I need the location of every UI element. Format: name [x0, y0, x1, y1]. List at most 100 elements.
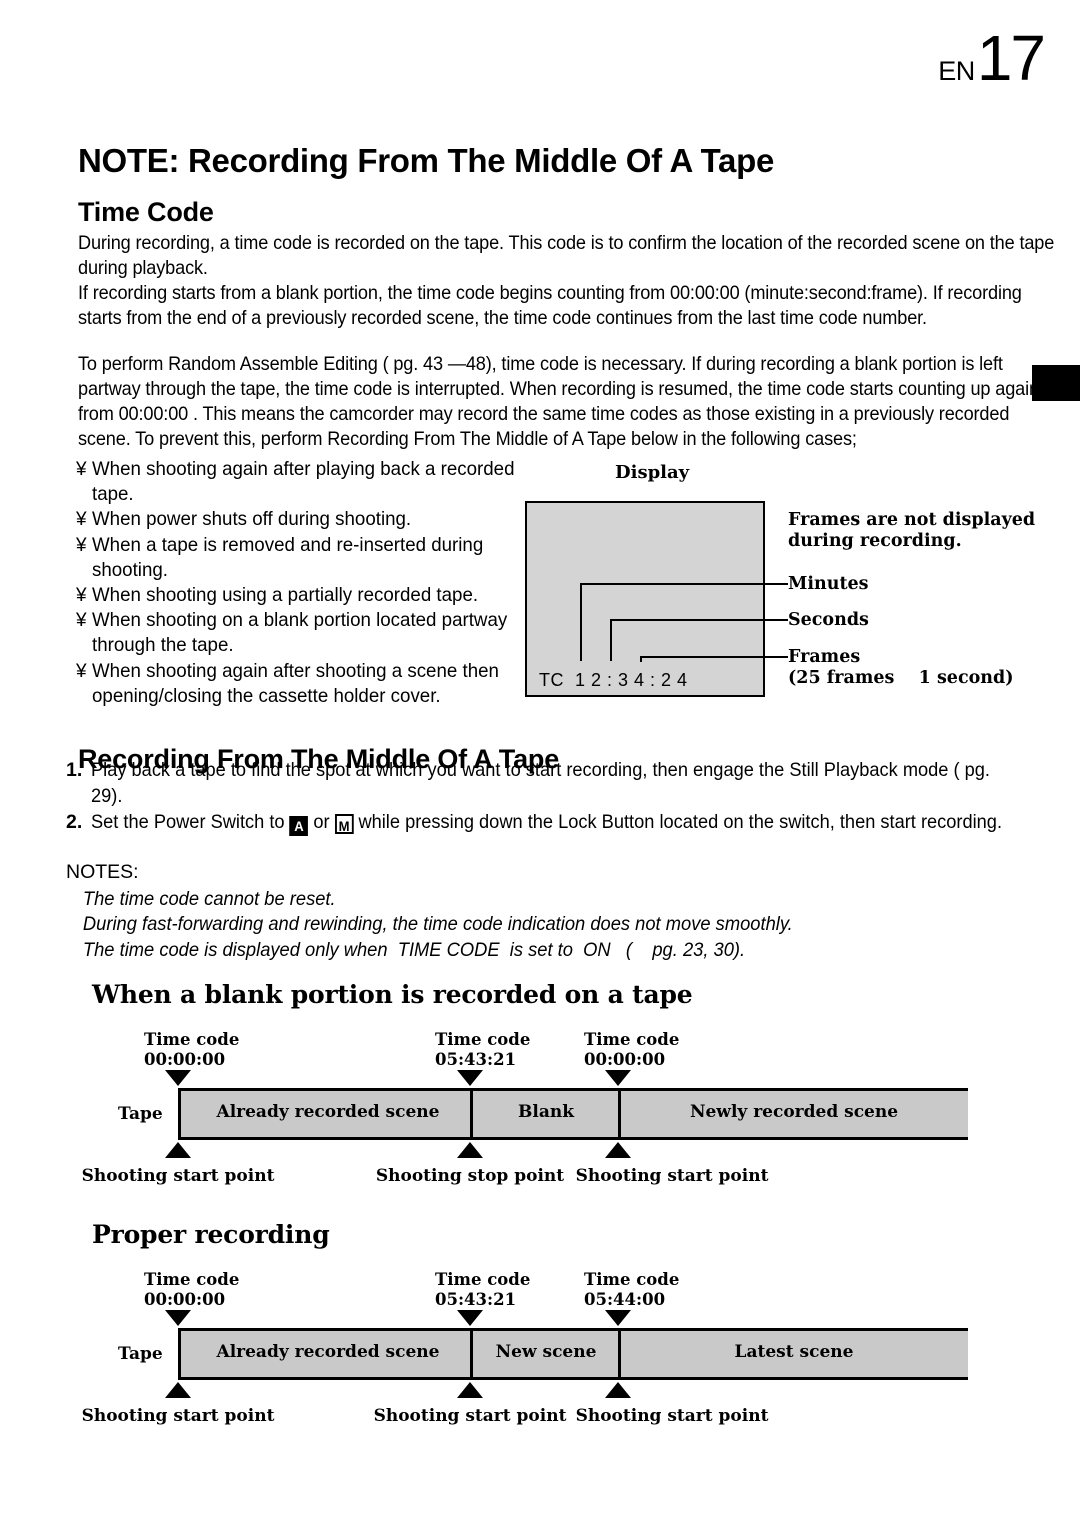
marker-triangle-down-icon — [457, 1070, 483, 1086]
paragraph-blank-portion-start: If recording starts from a blank portion… — [78, 281, 1022, 329]
tape-label: Tape — [118, 1344, 163, 1364]
display-label-frames-subtext: (25 frames 1 second) — [788, 668, 1014, 688]
time-code-annotation-label: Time code — [435, 1030, 531, 1049]
list-item-label: When shooting on a blank portion located… — [92, 609, 508, 657]
bullet-marker-icon: ¥ — [76, 459, 87, 480]
shooting-point-label: Shooting start point — [575, 1406, 769, 1426]
display-label-frames: Frames (25 frames 1 second) — [788, 647, 1014, 689]
shooting-point-label: Shooting start point — [373, 1406, 567, 1426]
section-heading-time-code: Time Code — [78, 197, 214, 228]
list-item-label: When a tape is removed and re-inserted d… — [92, 533, 484, 581]
list-item: ¥ When a tape is removed and re-inserted… — [76, 533, 546, 583]
display-label-minutes: Minutes — [788, 574, 869, 594]
procedure-steps-list: 1. Play back a tape to find the spot at … — [66, 758, 1066, 837]
time-code-annotation-value: 00:00:00 — [144, 1290, 226, 1309]
step-text-before: Set the Power Switch to — [91, 811, 290, 833]
display-diagram-caption: Display — [615, 462, 690, 483]
step-number: 1. — [66, 759, 83, 781]
time-code-annotation-label: Time code — [584, 1270, 680, 1289]
time-code-annotation: Time code 05:43:21 — [435, 1030, 530, 1070]
page-title: NOTE: Recording From The Middle Of A Tap… — [78, 142, 774, 180]
list-item-label: When shooting again after shooting a sce… — [92, 659, 499, 707]
marker-triangle-up-icon — [457, 1142, 483, 1158]
shooting-point-label: Shooting start point — [81, 1406, 275, 1426]
tape-segment-label: Already recorded scene — [216, 1342, 440, 1362]
list-item: ¥ When shooting again after playing back… — [76, 457, 546, 507]
auto-mode-icon: A — [289, 816, 309, 836]
time-code-annotation-label: Time code — [144, 1270, 240, 1289]
marker-triangle-down-icon — [605, 1070, 631, 1086]
page-lang-code: EN — [938, 56, 975, 86]
step-number: 2. — [66, 811, 83, 833]
bullet-marker-icon: ¥ — [76, 660, 87, 682]
step-text-middle: or — [308, 811, 335, 833]
shooting-point-label: Shooting start point — [81, 1166, 275, 1186]
cases-bullet-list: ¥ When shooting again after playing back… — [76, 457, 546, 709]
time-code-annotation-value: 05:43:21 — [435, 1050, 517, 1069]
tape-segment-label: Newly recorded scene — [689, 1102, 899, 1122]
display-diagram: Display TC 1 2 : 3 4 : 2 4 Frames are no… — [510, 462, 1070, 702]
paragraph-random-assemble-editing: To perform Random Assemble Editing ( pg.… — [78, 352, 1039, 451]
page-edge-tab-marker — [1032, 365, 1080, 401]
time-code-annotation-value: 05:44:00 — [584, 1290, 666, 1309]
display-label-seconds: Seconds — [788, 610, 869, 630]
time-code-annotation-value: 00:00:00 — [584, 1050, 666, 1069]
time-code-annotation-label: Time code — [584, 1030, 680, 1049]
tape-label: Tape — [118, 1104, 163, 1124]
leader-line-frames — [640, 656, 788, 662]
manual-mode-icon: M — [334, 814, 354, 834]
list-item-label: When shooting using a partially recorded… — [92, 584, 479, 607]
page-number: EN 17 — [938, 22, 1046, 94]
time-code-readout: TC 1 2 : 3 4 : 2 4 — [539, 670, 688, 690]
time-code-annotation: Time code 05:44:00 — [584, 1270, 679, 1310]
step-text: Set the Power Switch to A or M while pre… — [91, 810, 1003, 836]
note-line: The time code cannot be reset. — [82, 887, 336, 910]
marker-triangle-down-icon — [165, 1310, 191, 1326]
tape-segment-divider — [618, 1088, 621, 1140]
tape-segment-divider — [470, 1328, 473, 1380]
time-code-annotation: Time code 00:00:00 — [584, 1030, 679, 1070]
step-text-after: while pressing down the Lock Button loca… — [353, 811, 1003, 833]
marker-triangle-up-icon — [605, 1382, 631, 1398]
notes-block: NOTES: The time code cannot be reset. Du… — [66, 860, 1066, 963]
marker-triangle-up-icon — [165, 1382, 191, 1398]
bullet-marker-icon: ¥ — [76, 534, 87, 556]
leader-line-seconds — [610, 619, 788, 661]
paragraph-time-code-intro: During recording, a time code is recorde… — [78, 231, 1055, 279]
tape-diagram-proper-recording: Proper recording Time code 00:00:00 Time … — [80, 1220, 1020, 1445]
bullet-marker-icon: ¥ — [76, 585, 87, 607]
list-item-label: When shooting again after playing back a… — [92, 458, 515, 506]
time-code-annotation: Time code 00:00:00 — [144, 1270, 239, 1310]
tape-segment-divider — [618, 1328, 621, 1380]
step-text: Play back a tape to find the spot at whi… — [91, 759, 990, 807]
bullet-marker-icon: ¥ — [76, 509, 87, 531]
tape-segment-divider — [470, 1088, 473, 1140]
tape-diagram-blank-portion: When a blank portion is recorded on a ta… — [80, 980, 1020, 1205]
list-item: ¥ When shooting again after shooting a s… — [76, 659, 546, 709]
marker-triangle-up-icon — [165, 1142, 191, 1158]
page-number-value: 17 — [976, 22, 1046, 94]
time-code-annotation-label: Time code — [435, 1270, 531, 1289]
display-label-frames-note: Frames are not displayed during recordin… — [788, 510, 1036, 551]
list-item-label: When power shuts off during shooting. — [92, 508, 412, 531]
time-code-annotation-label: Time code — [144, 1030, 240, 1049]
bullet-marker-icon: ¥ — [76, 610, 87, 632]
tape-segment-label: Latest scene — [734, 1342, 854, 1362]
diagram-title: When a blank portion is recorded on a ta… — [92, 980, 693, 1009]
time-code-annotation-value: 05:43:21 — [435, 1290, 517, 1309]
marker-triangle-down-icon — [605, 1310, 631, 1326]
tape-segment-label: New scene — [495, 1342, 597, 1362]
notes-title: NOTES: — [66, 861, 139, 883]
time-code-annotation-value: 00:00:00 — [144, 1050, 226, 1069]
list-item: ¥ When shooting using a partially record… — [76, 583, 546, 608]
list-item: ¥ When shooting on a blank portion locat… — [76, 608, 546, 658]
tape-segment-label: Already recorded scene — [216, 1102, 440, 1122]
marker-triangle-down-icon — [165, 1070, 191, 1086]
shooting-point-label: Shooting stop point — [375, 1166, 565, 1186]
marker-triangle-up-icon — [457, 1382, 483, 1398]
list-item: ¥ When power shuts off during shooting. — [76, 507, 546, 532]
tape-segment-label: Blank — [518, 1102, 574, 1122]
marker-triangle-down-icon — [457, 1310, 483, 1326]
display-label-frames-text: Frames — [788, 647, 861, 667]
list-item: 2. Set the Power Switch to A or M while … — [66, 810, 1066, 836]
